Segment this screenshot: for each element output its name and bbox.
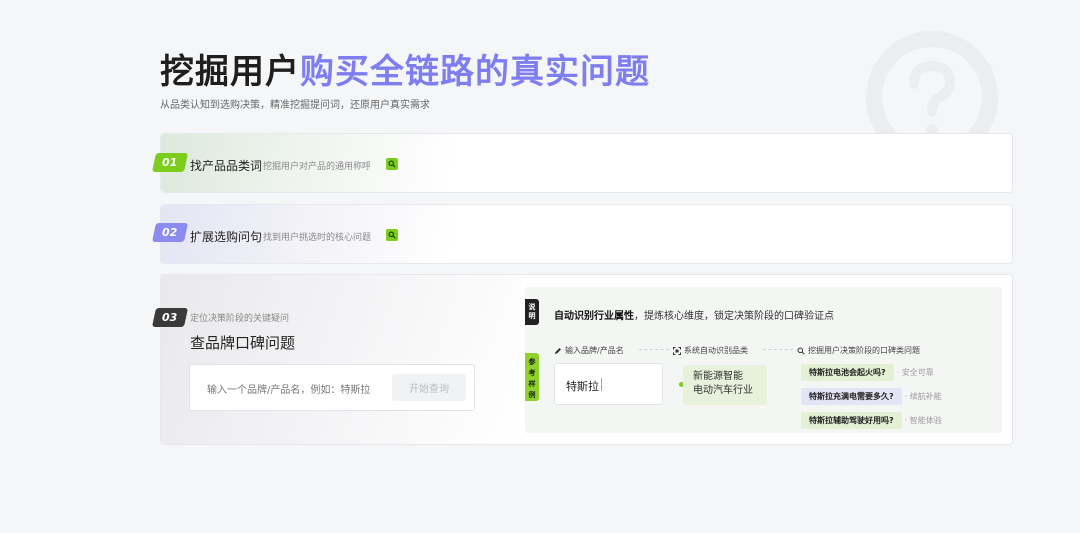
example-panel: 说 明 参 考 样 例 自动识别行业属性，提炼核心维度，锁定决策阶段的口碑验证点… [525,287,1002,433]
flow-step-input: 输入品牌/产品名 [554,345,624,356]
step-title: 扩展选购问句 [190,230,263,244]
step-number-badge: 01 [151,153,189,172]
search-icon[interactable] [386,229,398,241]
flow-step-mine: 挖掘用户决策阶段的口碑类问题 [797,345,920,356]
question-item: 特斯拉电池会起火吗? · 安全可靠 [801,364,934,381]
step-card-3: 03 定位决策阶段的关键疑问 查品牌口碑问题 输入一个品牌/产品名，例如：特斯拉… [151,274,1013,445]
flow-step-identify: 系统自动识别品类 [673,345,748,356]
category-result: 新能源智能 电动汽车行业 [683,365,767,405]
scan-icon [673,346,681,355]
page-title: 挖掘用户购买全链路的真实问题 [160,44,650,93]
page-subtitle: 从品类认知到选购决策，精准挖掘提问词，还原用户真实需求 [160,100,430,111]
pen-icon [555,347,561,354]
title-accent: 购买全链路的真实问题 [300,52,650,92]
step-description: 挖掘用户对产品的通用称呼 [263,162,372,172]
flow-connector [763,349,793,350]
card-decoration [161,275,521,444]
title-dark: 挖掘用户 [160,52,300,92]
step-title: 找产品品类词 [190,159,263,173]
step-card-1[interactable]: 01 找产品品类词 挖掘用户对产品的通用称呼 [151,133,1013,193]
step-number-badge: 03 [151,308,189,327]
search-icon[interactable] [386,158,398,170]
question-item: 特斯拉充满电需要多久? · 续航补能 [801,388,942,405]
step-description: 找到用户挑选时的核心问题 [263,233,372,243]
step-description: 定位决策阶段的关键疑问 [190,314,290,324]
text-caret [601,378,602,391]
step-card-2[interactable]: 02 扩展选购问句 找到用户挑选时的核心问题 [151,204,1013,264]
query-box: 输入一个品牌/产品名，例如：特斯拉 开始查询 [189,364,475,411]
search-icon [797,347,805,355]
step-title: 查品牌口碑问题 [190,334,296,352]
example-tag: 参 考 样 例 [525,353,539,401]
example-headline: 自动识别行业属性，提炼核心维度，锁定决策阶段的口碑验证点 [554,311,834,322]
question-item: 特斯拉辅助驾驶好用吗? · 智能体验 [801,412,942,429]
note-tag: 说 明 [525,299,539,325]
example-input: 特斯拉 [554,363,663,405]
flow-connector [639,349,669,350]
step-number-badge: 02 [151,223,189,242]
start-query-button[interactable]: 开始查询 [392,374,466,401]
brand-search-input[interactable]: 输入一个品牌/产品名，例如：特斯拉 [207,381,370,396]
